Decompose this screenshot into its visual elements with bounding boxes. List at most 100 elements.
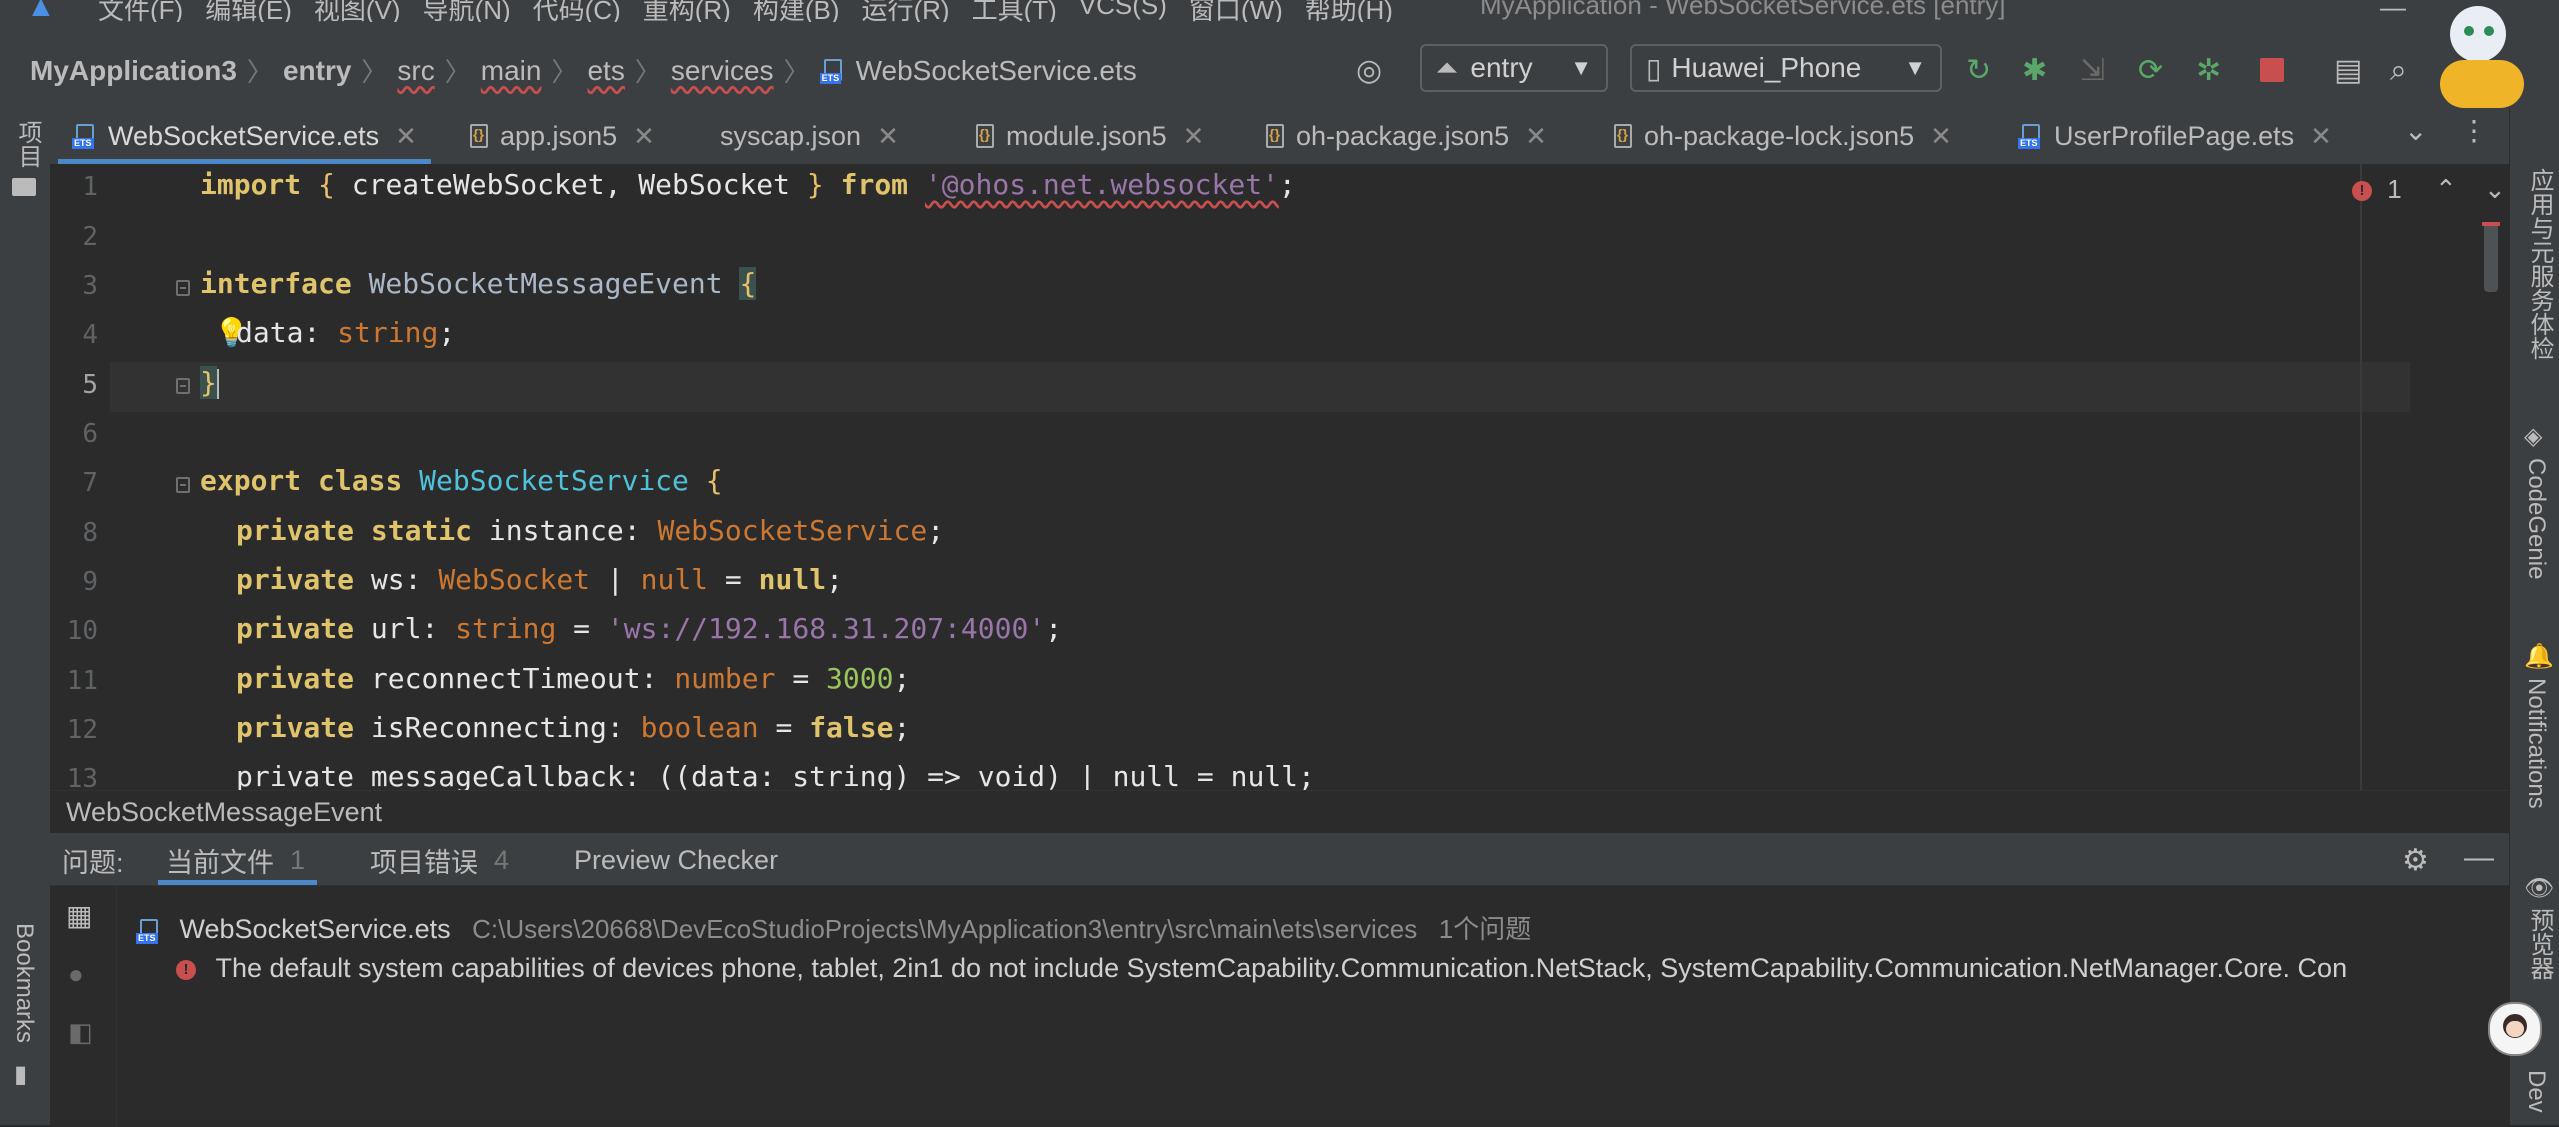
codegenie-icon[interactable]: ◈ (2524, 422, 2542, 451)
breadcrumb-main[interactable]: main (481, 55, 542, 87)
chevron-up-icon[interactable]: ⌃ (2435, 174, 2457, 204)
codegenie-tool-button[interactable]: CodeGenie (2522, 458, 2550, 579)
menu-tools[interactable]: 工具(T) (972, 0, 1057, 22)
minimize-button[interactable]: — (2380, 0, 2406, 22)
menu-refactor[interactable]: 重构(R) (643, 0, 731, 22)
problem-file-row[interactable]: ETS WebSocketService.ets C:\Users\20668\… (136, 909, 1531, 946)
assistant-avatar[interactable] (2488, 1002, 2542, 1056)
folder-icon[interactable] (12, 178, 36, 196)
mascot-avatar (2420, 2, 2530, 122)
breadcrumb-file[interactable]: WebSocketService.ets (856, 55, 1137, 87)
menu-navigate[interactable]: 导航(N) (423, 0, 511, 22)
bookmark-icon[interactable]: ▮ (14, 1060, 27, 1089)
close-icon[interactable]: ✕ (1525, 121, 1547, 152)
tab-userprofilepage[interactable]: ETS UserProfilePage.ets ✕ (2018, 108, 2332, 164)
token: from (840, 168, 909, 201)
token: ws (370, 563, 405, 596)
fold-marker-icon[interactable] (176, 378, 190, 394)
chevron-right-icon: 〉 (783, 57, 810, 87)
breadcrumb: MyApplication3 〉 entry 〉 src 〉 main 〉 et… (30, 52, 1137, 89)
menu-code[interactable]: 代码(C) (533, 0, 621, 22)
menu-build[interactable]: 构建(B) (753, 0, 840, 22)
json-file-icon: {} (974, 123, 996, 149)
menu-edit[interactable]: 编辑(E) (205, 0, 292, 22)
error-stripe-mark[interactable] (2482, 222, 2500, 226)
code-editor[interactable]: ! 1 ⌃ ⌄ 1 2 3 4 5 6 7 8 9 10 11 12 13 💡 … (50, 164, 2509, 790)
breadcrumb-ets[interactable]: ets (587, 55, 624, 87)
token: WebSocketService (419, 464, 689, 497)
menu-run[interactable]: 运行(R) (862, 0, 950, 22)
tab-oh-package-lock-json5[interactable]: {} oh-package-lock.json5 ✕ (1612, 108, 1952, 164)
menu-file[interactable]: 文件(F) (98, 0, 183, 22)
inspection-widget[interactable]: ! 1 ⌃ ⌄ (2352, 174, 2506, 205)
previewer-tool-button[interactable]: 预览器 (2522, 908, 2557, 980)
fold-marker-icon[interactable] (176, 280, 190, 296)
gear-icon[interactable]: ⚙ (2402, 843, 2429, 878)
lightbulb-icon[interactable]: ● (68, 959, 84, 990)
close-icon[interactable]: ✕ (1183, 121, 1205, 152)
project-tool-button[interactable]: 项目 (10, 120, 45, 168)
group-by-icon[interactable]: ▦ (66, 899, 92, 932)
tab-app-json5[interactable]: {} app.json5 ✕ (468, 108, 655, 164)
chevron-down-icon[interactable]: ⌄ (2404, 114, 2427, 147)
tab-preview-checker[interactable]: Preview Checker (574, 835, 778, 885)
module-select[interactable]: ⏶ entry ▼ (1420, 44, 1608, 92)
tab-current-file[interactable]: 当前文件 1 (157, 835, 318, 885)
profile-icon[interactable]: ✲ (2196, 56, 2221, 86)
stop-icon[interactable] (2260, 58, 2284, 82)
token: null (758, 563, 827, 596)
tab-label: syscap.json (720, 120, 862, 151)
menu-help[interactable]: 帮助(H) (1305, 0, 1393, 22)
breadcrumb-services[interactable]: services (671, 55, 774, 87)
problem-file-path: C:\Users\20668\DevEcoStudioProjects\MyAp… (472, 914, 1418, 944)
tab-project-errors[interactable]: 项目错误 4 (370, 835, 509, 885)
close-icon[interactable]: ✕ (395, 121, 417, 152)
bookmarks-tool-button[interactable]: Bookmarks (10, 923, 38, 1043)
debug-icon[interactable]: ✱ (2022, 56, 2047, 86)
token: export (200, 464, 302, 497)
tab-websocketservice[interactable]: ETS WebSocketService.ets ✕ (58, 108, 431, 164)
problem-item[interactable]: ! The default system capabilities of dev… (176, 953, 2509, 984)
bell-icon[interactable]: 🔔 (2524, 642, 2554, 671)
code-line-9: private ws: WebSocket | null = null; (236, 563, 843, 596)
code-line-7: export class WebSocketService { (200, 464, 723, 497)
more-icon[interactable]: ⋮ (2460, 114, 2488, 147)
menu-vcs[interactable]: VCS(S) (1079, 0, 1167, 22)
device-select[interactable]: ▯ Huawei_Phone ▼ (1630, 44, 1942, 92)
project-structure-icon[interactable]: ▤ (2334, 56, 2362, 86)
rerun-icon[interactable]: ↻ (1966, 56, 1991, 86)
notifications-tool-button[interactable]: Notifications (2522, 678, 2550, 809)
tab-syscap-json[interactable]: syscap.json ✕ (720, 108, 899, 164)
line-number: 4 (82, 320, 98, 350)
line-number: 12 (66, 715, 98, 745)
scrollbar-thumb[interactable] (2484, 222, 2498, 292)
structure-breadcrumb-item[interactable]: WebSocketMessageEvent (66, 797, 382, 828)
tab-oh-package-json5[interactable]: {} oh-package.json5 ✕ (1264, 108, 1547, 164)
search-icon[interactable]: ⌕ (2390, 56, 2407, 86)
apply-changes-icon[interactable]: ⟳ (2138, 56, 2163, 86)
app-check-tool-button[interactable]: 应用与元服务体检 (2522, 168, 2557, 360)
editor-tab-bar: ETS WebSocketService.ets ✕ {} app.json5 … (50, 108, 2509, 165)
close-icon[interactable]: ✕ (877, 121, 899, 152)
fold-marker-icon[interactable] (176, 477, 190, 493)
dev-tool-button[interactable]: Dev (2522, 1070, 2550, 1113)
token: interface (200, 267, 352, 300)
close-icon[interactable]: ✕ (633, 121, 655, 152)
attach-debugger-icon[interactable]: ⇲ (2080, 56, 2105, 86)
tab-module-json5[interactable]: {} module.json5 ✕ (974, 108, 1204, 164)
tab-count: 4 (494, 844, 510, 875)
token: url (370, 612, 422, 645)
eye-icon[interactable]: 👁 (2524, 874, 2554, 903)
menu-view[interactable]: 视图(V) (314, 0, 401, 22)
preview-icon[interactable]: ◧ (68, 1017, 93, 1048)
breadcrumb-src[interactable]: src (397, 55, 434, 87)
breadcrumb-project[interactable]: MyApplication3 (30, 55, 237, 87)
breadcrumb-module[interactable]: entry (283, 55, 351, 87)
chevron-down-icon[interactable]: ⌄ (2484, 174, 2506, 204)
close-icon[interactable]: ✕ (1930, 121, 1952, 152)
menu-window[interactable]: 窗口(W) (1189, 0, 1283, 22)
tab-label: Preview Checker (574, 844, 779, 875)
close-icon[interactable]: ✕ (2310, 121, 2332, 152)
hide-panel-icon[interactable]: — (2464, 841, 2494, 875)
target-icon[interactable]: ◎ (1356, 56, 1382, 86)
